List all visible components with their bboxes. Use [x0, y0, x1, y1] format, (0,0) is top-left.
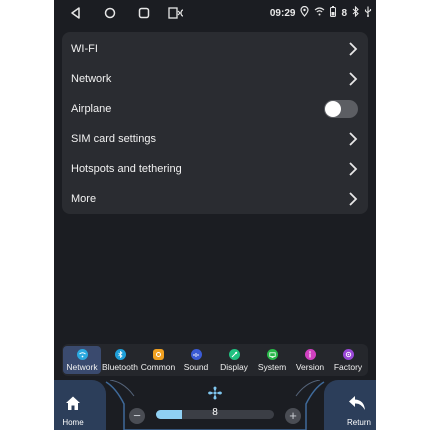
wifi-icon	[314, 7, 325, 19]
tab-label: Version	[295, 362, 325, 372]
chevron-right-icon	[349, 132, 358, 146]
settings-category-tabs: Network Bluetooth Common Sound Display S…	[62, 344, 368, 376]
network-settings-list: WI-FI Network Airplane SIM card settings…	[62, 32, 368, 214]
settings-item-more[interactable]: More	[62, 184, 368, 214]
tab-factory[interactable]: Factory	[329, 346, 367, 374]
settings-item-label: Hotspots and tethering	[71, 163, 182, 175]
fan-increase-button[interactable]: +	[285, 408, 301, 424]
tab-network[interactable]: Network	[63, 346, 101, 374]
settings-item-label: Airplane	[71, 103, 112, 115]
settings-item-wifi[interactable]: WI-FI	[62, 34, 368, 64]
network-icon	[76, 349, 88, 360]
battery-icon	[330, 6, 337, 20]
tab-sound[interactable]: Sound	[177, 346, 215, 374]
tab-label: Common	[140, 362, 176, 372]
factory-icon	[342, 349, 354, 360]
home-icon	[66, 396, 80, 410]
settings-item-label: WI-FI	[71, 43, 98, 55]
car-settings-screen: 09:29 8 WI-FI Network Airplane SIM card …	[54, 0, 376, 430]
battery-level: 8	[341, 7, 347, 19]
fan-icon	[208, 386, 222, 400]
screen-mirror-icon[interactable]	[168, 5, 184, 21]
tab-system[interactable]: System	[253, 346, 291, 374]
tab-label: Network	[66, 362, 98, 372]
home-icon[interactable]	[102, 5, 118, 21]
return-label: Return	[346, 418, 371, 427]
usb-icon	[364, 6, 372, 20]
fan-speed-value: 8	[212, 407, 218, 418]
settings-item-airplane: Airplane	[62, 94, 368, 124]
back-icon[interactable]	[68, 5, 84, 21]
toggle-knob	[325, 101, 341, 117]
location-icon	[300, 5, 310, 20]
return-button[interactable]: Return	[324, 380, 376, 430]
bottom-dock: Home − 8 + Return	[54, 380, 376, 430]
tab-label: Display	[220, 362, 248, 372]
tab-version[interactable]: Version	[291, 346, 329, 374]
status-right: 09:29 8	[270, 4, 372, 22]
settings-item-hotspots[interactable]: Hotspots and tethering	[62, 154, 368, 184]
tab-common[interactable]: Common	[139, 346, 177, 374]
chevron-right-icon	[349, 42, 358, 56]
tab-label: Factory	[333, 362, 363, 372]
settings-item-sim-card[interactable]: SIM card settings	[62, 124, 368, 154]
chevron-right-icon	[349, 192, 358, 206]
home-label: Home	[62, 418, 84, 427]
home-button[interactable]: Home	[54, 380, 106, 430]
tab-label: Sound	[183, 362, 209, 372]
bluetooth-icon	[352, 5, 359, 20]
tab-label: System	[257, 362, 287, 372]
settings-item-network[interactable]: Network	[62, 64, 368, 94]
settings-item-label: SIM card settings	[71, 133, 156, 145]
clock: 09:29	[269, 7, 296, 19]
settings-item-label: Network	[71, 73, 112, 85]
version-icon	[304, 349, 316, 360]
sound-icon	[190, 349, 202, 360]
status-bar: 09:29 8	[54, 0, 376, 26]
tab-bluetooth[interactable]: Bluetooth	[101, 346, 139, 374]
chevron-right-icon	[349, 162, 358, 176]
fan-speed-control: − 8 +	[124, 380, 306, 430]
display-icon	[228, 349, 240, 360]
recents-icon[interactable]	[136, 5, 152, 21]
chevron-right-icon	[349, 72, 358, 86]
tab-label: Bluetooth	[102, 362, 138, 372]
common-icon	[152, 349, 164, 360]
airplane-toggle[interactable]	[324, 100, 358, 118]
bluetooth-icon	[114, 349, 126, 360]
system-icon	[266, 349, 278, 360]
return-icon	[349, 396, 365, 410]
settings-item-label: More	[71, 193, 97, 205]
tab-display[interactable]: Display	[215, 346, 253, 374]
